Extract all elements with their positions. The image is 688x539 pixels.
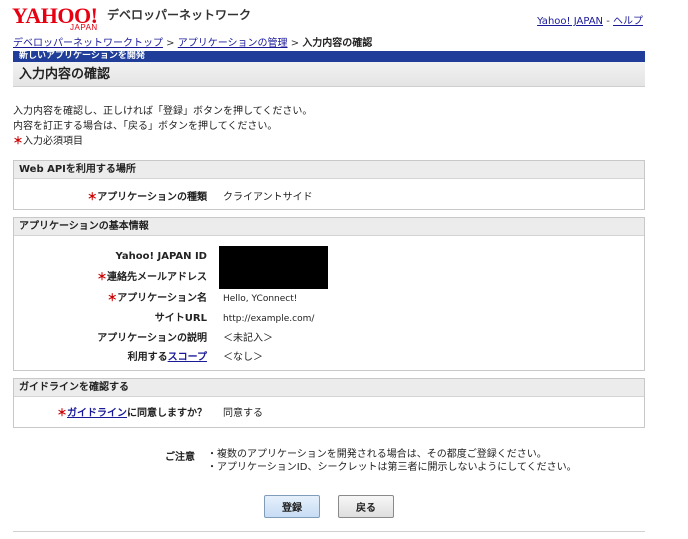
breadcrumb-sep: > <box>287 38 303 49</box>
back-button[interactable]: 戻る <box>338 495 394 518</box>
required-note-text: 入力必須項目 <box>23 136 83 147</box>
page-title: 入力内容の確認 <box>13 62 645 87</box>
notes-text: ・複数のアプリケーションを開発される場合は、その都度ご登録ください。 ・アプリケ… <box>207 448 577 474</box>
panel-web-api-title: Web APIを利用する場所 <box>14 161 644 179</box>
app-description-row: アプリケーションの説明 ＜未記入＞ <box>14 330 644 348</box>
app-type-value: クライアントサイド <box>223 192 313 203</box>
required-mark: ＊ <box>97 272 107 283</box>
logo-sub-text: JAPAN <box>70 23 98 32</box>
breadcrumb-app-management[interactable]: アプリケーションの管理 <box>178 38 288 49</box>
site-url-value: http://example.com/ <box>223 314 315 324</box>
site-title: デベロッパーネットワーク <box>107 8 252 22</box>
app-name-label: ＊アプリケーション名 <box>107 293 207 304</box>
intro-line-1: 入力内容を確認し、正しければ「登録」ボタンを押してください。 <box>13 106 313 117</box>
yahoo-id-label: Yahoo! JAPAN ID <box>115 251 207 262</box>
breadcrumb: デベロッパーネットワークトップ > アプリケーションの管理 > 入力内容の確認 <box>13 34 372 49</box>
required-mark: ＊ <box>87 192 98 203</box>
panel-guideline-title: ガイドラインを確認する <box>14 379 644 397</box>
app-description-value: ＜未記入＞ <box>223 333 273 344</box>
site-url-label: サイトURL <box>154 313 207 324</box>
email-row: ＊連絡先メールアドレス <box>14 269 644 287</box>
section-label-bar: 新しいアプリケーションを開発 <box>13 51 645 62</box>
scope-link[interactable]: スコープ <box>168 352 207 363</box>
notes-line-1: ・複数のアプリケーションを開発される場合は、その都度ご登録ください。 <box>207 449 547 460</box>
required-mark: ＊ <box>57 408 67 419</box>
help-link[interactable]: ヘルプ <box>613 16 643 27</box>
app-type-row: ＊アプリケーションの種類 クライアントサイド <box>14 189 644 207</box>
email-label: ＊連絡先メールアドレス <box>97 272 207 283</box>
yahoo-japan-logo[interactable]: YAHOO! JAPAN <box>12 3 112 32</box>
panel-guideline: ガイドラインを確認する ＊ガイドラインに同意しますか？ 同意する <box>13 378 645 428</box>
bottom-divider <box>13 531 645 532</box>
scope-value: ＜なし＞ <box>223 352 263 363</box>
app-description-label: アプリケーションの説明 <box>97 333 207 344</box>
required-note: ＊入力必須項目 <box>13 134 312 149</box>
breadcrumb-sep: > <box>163 38 178 49</box>
breadcrumb-devnet-top[interactable]: デベロッパーネットワークトップ <box>13 38 163 49</box>
yahoo-id-row: Yahoo! JAPAN ID <box>14 248 644 266</box>
top-links: Yahoo! JAPAN - ヘルプ <box>537 12 643 27</box>
panel-basic-info-title: アプリケーションの基本情報 <box>14 218 644 236</box>
scope-row: 利用するスコープ ＜なし＞ <box>14 349 644 367</box>
panel-basic-info: アプリケーションの基本情報 Yahoo! JAPAN ID ＊連絡先メールアドレ… <box>13 217 645 371</box>
top-links-separator: - <box>603 16 613 27</box>
notes-label: ご注意 <box>165 452 195 463</box>
app-type-label: ＊アプリケーションの種類 <box>87 192 207 203</box>
app-name-value: Hello, YConnect! <box>223 294 298 304</box>
notes-line-2: ・アプリケーションID、シークレットは第三者に開示しないようにしてください。 <box>207 462 577 473</box>
guideline-link[interactable]: ガイドライン <box>67 408 127 419</box>
breadcrumb-current: 入力内容の確認 <box>302 38 373 49</box>
guideline-row: ＊ガイドラインに同意しますか？ 同意する <box>14 405 644 423</box>
redacted-block <box>219 246 328 289</box>
submit-button[interactable]: 登録 <box>264 495 320 518</box>
scope-label: 利用するスコープ <box>127 352 207 363</box>
yahoo-japan-link[interactable]: Yahoo! JAPAN <box>537 16 603 27</box>
site-url-row: サイトURL http://example.com/ <box>14 310 644 328</box>
guideline-label: ＊ガイドラインに同意しますか？ <box>57 408 207 419</box>
panel-web-api: Web APIを利用する場所 ＊アプリケーションの種類 クライアントサイド <box>13 160 645 210</box>
required-mark: ＊ <box>107 293 118 304</box>
intro-line-2: 内容を訂正する場合は、「戻る」ボタンを押してください。 <box>13 121 278 132</box>
guideline-value: 同意する <box>223 408 263 419</box>
app-name-row: ＊アプリケーション名 Hello, YConnect! <box>14 290 644 308</box>
intro-text: 入力内容を確認し、正しければ「登録」ボタンを押してください。 内容を訂正する場合… <box>13 104 312 149</box>
required-mark: ＊ <box>13 136 23 147</box>
